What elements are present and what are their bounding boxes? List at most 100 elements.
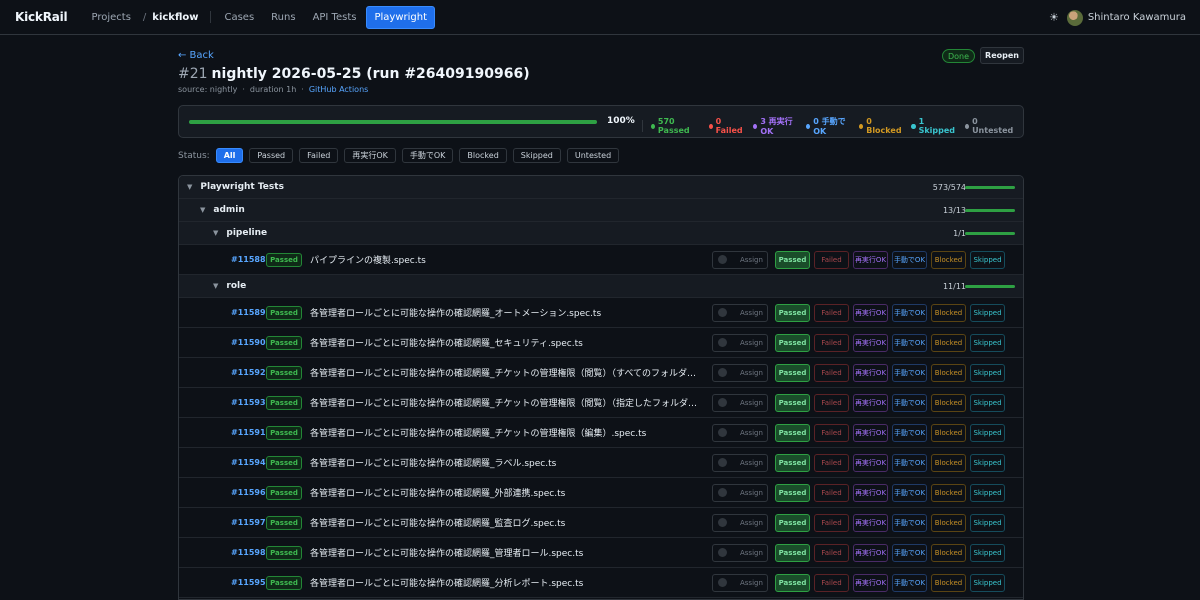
filter-option[interactable]: 再実行OK bbox=[344, 148, 396, 163]
mark-retry-ok-button[interactable]: 再実行OK bbox=[853, 543, 888, 562]
case-id-link[interactable]: #11592 bbox=[231, 368, 266, 377]
theme-toggle-sun-icon[interactable]: ☀ bbox=[1049, 11, 1059, 24]
reopen-button[interactable]: Reopen bbox=[980, 47, 1024, 64]
case-name[interactable]: パイプラインの複製.spec.ts bbox=[310, 253, 705, 266]
case-name[interactable]: 各管理者ロールごとに可能な操作の確認網羅_ラベル.spec.ts bbox=[310, 456, 705, 469]
filter-option[interactable]: 手動でOK bbox=[401, 148, 454, 163]
mark-failed-button[interactable]: Failed bbox=[814, 543, 849, 562]
case-id-link[interactable]: #11597 bbox=[231, 518, 266, 527]
mark-manual-ok-button[interactable]: 手動でOK bbox=[892, 363, 927, 382]
caret-down-icon[interactable]: ▼ bbox=[213, 229, 218, 237]
case-id-link[interactable]: #11596 bbox=[231, 488, 266, 497]
mark-blocked-button[interactable]: Blocked bbox=[931, 250, 966, 269]
case-name[interactable]: 各管理者ロールごとに可能な操作の確認網羅_分析レポート.spec.ts bbox=[310, 576, 705, 589]
mark-retry-ok-button[interactable]: 再実行OK bbox=[853, 483, 888, 502]
mark-skipped-button[interactable]: Skipped bbox=[970, 423, 1005, 442]
filter-option[interactable]: Failed bbox=[299, 148, 339, 163]
mark-retry-ok-button[interactable]: 再実行OK bbox=[853, 423, 888, 442]
assign-button[interactable]: Assign bbox=[712, 453, 768, 472]
case-name[interactable]: 各管理者ロールごとに可能な操作の確認網羅_セキュリティ.spec.ts bbox=[310, 336, 705, 349]
mark-skipped-button[interactable]: Skipped bbox=[970, 453, 1005, 472]
case-id-link[interactable]: #11594 bbox=[231, 458, 266, 467]
case-id-link[interactable]: #11593 bbox=[231, 398, 266, 407]
mark-blocked-button[interactable]: Blocked bbox=[931, 333, 966, 352]
case-name[interactable]: 各管理者ロールごとに可能な操作の確認網羅_チケットの管理権限（編集）.spec.… bbox=[310, 426, 705, 439]
assign-button[interactable]: Assign bbox=[712, 423, 768, 442]
mark-blocked-button[interactable]: Blocked bbox=[931, 543, 966, 562]
case-id-link[interactable]: #11589 bbox=[231, 308, 266, 317]
mark-manual-ok-button[interactable]: 手動でOK bbox=[892, 573, 927, 592]
mark-blocked-button[interactable]: Blocked bbox=[931, 363, 966, 382]
tree-group-row[interactable]: ▼ pipeline 1/1 bbox=[179, 222, 1023, 245]
mark-skipped-button[interactable]: Skipped bbox=[970, 573, 1005, 592]
mark-failed-button[interactable]: Failed bbox=[814, 363, 849, 382]
tab-playwright[interactable]: Playwright bbox=[366, 5, 435, 29]
mark-blocked-button[interactable]: Blocked bbox=[931, 423, 966, 442]
assign-button[interactable]: Assign bbox=[712, 303, 768, 322]
mark-failed-button[interactable]: Failed bbox=[814, 250, 849, 269]
mark-skipped-button[interactable]: Skipped bbox=[970, 483, 1005, 502]
mark-failed-button[interactable]: Failed bbox=[814, 483, 849, 502]
mark-manual-ok-button[interactable]: 手動でOK bbox=[892, 250, 927, 269]
mark-skipped-button[interactable]: Skipped bbox=[970, 393, 1005, 412]
mark-manual-ok-button[interactable]: 手動でOK bbox=[892, 333, 927, 352]
filter-all[interactable]: All bbox=[215, 148, 244, 163]
mark-blocked-button[interactable]: Blocked bbox=[931, 573, 966, 592]
mark-skipped-button[interactable]: Skipped bbox=[970, 513, 1005, 532]
mark-failed-button[interactable]: Failed bbox=[814, 423, 849, 442]
case-id-link[interactable]: #11590 bbox=[231, 338, 266, 347]
filter-option[interactable]: Untested bbox=[566, 148, 620, 163]
mark-manual-ok-button[interactable]: 手動でOK bbox=[892, 483, 927, 502]
mark-retry-ok-button[interactable]: 再実行OK bbox=[853, 453, 888, 472]
mark-failed-button[interactable]: Failed bbox=[814, 453, 849, 472]
assign-button[interactable]: Assign bbox=[712, 250, 768, 269]
mark-blocked-button[interactable]: Blocked bbox=[931, 483, 966, 502]
tree-group-row[interactable]: ▼ Playwright Tests 573/574 bbox=[179, 176, 1023, 199]
mark-retry-ok-button[interactable]: 再実行OK bbox=[853, 573, 888, 592]
mark-passed-button[interactable]: Passed bbox=[775, 303, 810, 322]
mark-manual-ok-button[interactable]: 手動でOK bbox=[892, 543, 927, 562]
case-name[interactable]: 各管理者ロールごとに可能な操作の確認網羅_外部連携.spec.ts bbox=[310, 486, 705, 499]
mark-skipped-button[interactable]: Skipped bbox=[970, 333, 1005, 352]
back-link[interactable]: ← Back bbox=[178, 50, 214, 61]
caret-down-icon[interactable]: ▼ bbox=[213, 282, 218, 290]
mark-passed-button[interactable]: Passed bbox=[775, 573, 810, 592]
mark-skipped-button[interactable]: Skipped bbox=[970, 303, 1005, 322]
avatar[interactable] bbox=[1066, 9, 1083, 26]
mark-manual-ok-button[interactable]: 手動でOK bbox=[892, 513, 927, 532]
mark-failed-button[interactable]: Failed bbox=[814, 333, 849, 352]
mark-passed-button[interactable]: Passed bbox=[775, 453, 810, 472]
mark-skipped-button[interactable]: Skipped bbox=[970, 250, 1005, 269]
mark-retry-ok-button[interactable]: 再実行OK bbox=[853, 393, 888, 412]
filter-option[interactable]: Skipped bbox=[512, 148, 561, 163]
mark-passed-button[interactable]: Passed bbox=[775, 363, 810, 382]
caret-down-icon[interactable]: ▼ bbox=[187, 183, 192, 191]
case-name[interactable]: 各管理者ロールごとに可能な操作の確認網羅_チケットの管理権限（閲覧）（すべてのフ… bbox=[310, 366, 705, 379]
tree-group-row[interactable]: ▼ admin 13/13 bbox=[179, 199, 1023, 222]
mark-failed-button[interactable]: Failed bbox=[814, 303, 849, 322]
tab-cases[interactable]: Cases bbox=[217, 7, 261, 28]
mark-retry-ok-button[interactable]: 再実行OK bbox=[853, 363, 888, 382]
filter-option[interactable]: Passed bbox=[249, 148, 294, 163]
user-name[interactable]: Shintaro Kawamura bbox=[1088, 12, 1186, 23]
mark-passed-button[interactable]: Passed bbox=[775, 483, 810, 502]
assign-button[interactable]: Assign bbox=[712, 573, 768, 592]
mark-blocked-button[interactable]: Blocked bbox=[931, 393, 966, 412]
mark-retry-ok-button[interactable]: 再実行OK bbox=[853, 513, 888, 532]
mark-blocked-button[interactable]: Blocked bbox=[931, 303, 966, 322]
mark-passed-button[interactable]: Passed bbox=[775, 393, 810, 412]
mark-manual-ok-button[interactable]: 手動でOK bbox=[892, 393, 927, 412]
app-logo[interactable]: KickRail bbox=[15, 10, 68, 24]
mark-passed-button[interactable]: Passed bbox=[775, 250, 810, 269]
tree-group-row[interactable]: ▼ role 11/11 bbox=[179, 275, 1023, 298]
case-name[interactable]: 各管理者ロールごとに可能な操作の確認網羅_チケットの管理権限（閲覧）（指定したフ… bbox=[310, 396, 705, 409]
case-id-link[interactable]: #11588 bbox=[231, 255, 266, 264]
mark-retry-ok-button[interactable]: 再実行OK bbox=[853, 250, 888, 269]
assign-button[interactable]: Assign bbox=[712, 333, 768, 352]
tab-runs[interactable]: Runs bbox=[264, 7, 302, 28]
caret-down-icon[interactable]: ▼ bbox=[200, 206, 205, 214]
mark-passed-button[interactable]: Passed bbox=[775, 543, 810, 562]
case-name[interactable]: 各管理者ロールごとに可能な操作の確認網羅_管理者ロール.spec.ts bbox=[310, 546, 705, 559]
case-name[interactable]: 各管理者ロールごとに可能な操作の確認網羅_オートメーション.spec.ts bbox=[310, 306, 705, 319]
mark-passed-button[interactable]: Passed bbox=[775, 423, 810, 442]
